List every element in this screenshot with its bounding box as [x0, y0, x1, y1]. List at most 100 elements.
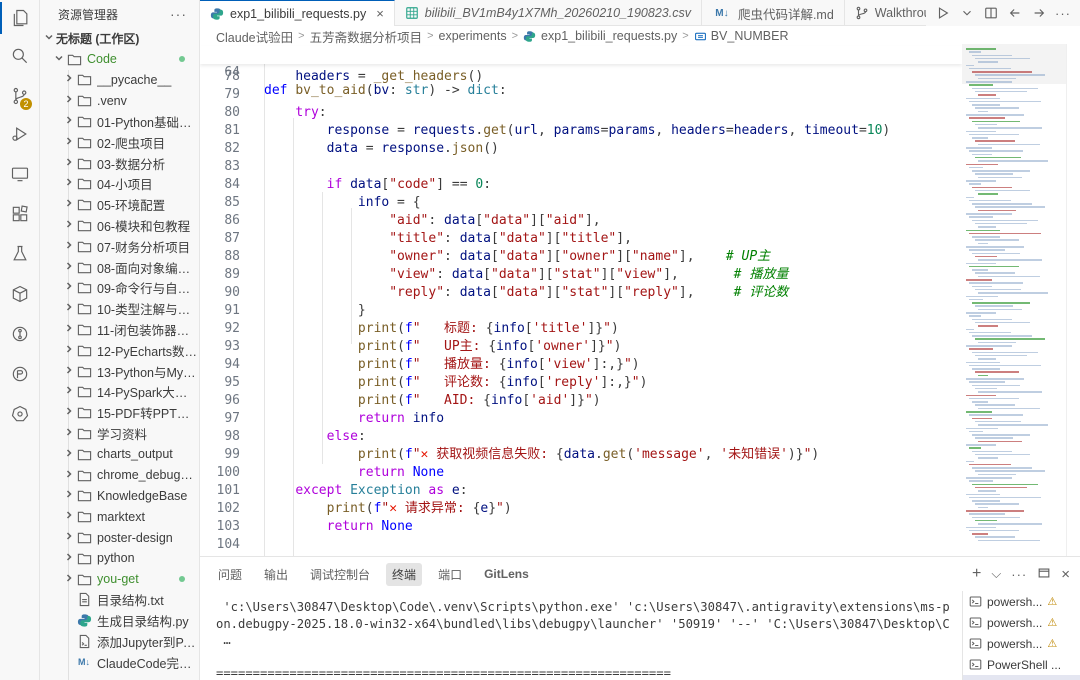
containers-icon[interactable] [0, 278, 40, 310]
folder-item[interactable]: python [40, 548, 199, 569]
tab-crawler-explained-md[interactable]: M↓ 爬虫代码详解.md [702, 0, 845, 26]
code-line-row[interactable]: 101 except Exception as e: [200, 482, 962, 500]
close-icon[interactable]: × [376, 6, 384, 21]
maximize-panel-icon[interactable] [1037, 566, 1051, 583]
sticky-scroll-line[interactable]: 64 def bv_to_aid(bv: str) -> dict: [200, 46, 962, 98]
editor-scrollbar[interactable] [1066, 44, 1080, 556]
code-line-row[interactable]: 94 print(f" 播放量: {info['view']:,}") [200, 356, 962, 374]
code-line-row[interactable]: 98 else: [200, 428, 962, 446]
code-line-row[interactable]: 92 print(f" 标题: {info['title']}") [200, 320, 962, 338]
folder-item[interactable]: 13-Python与MySQL [40, 361, 199, 382]
chevron-down-icon[interactable]: ⌵ [991, 566, 1001, 582]
folder-item[interactable]: you-get [40, 569, 199, 590]
folder-item[interactable]: .venv [40, 90, 199, 111]
terminal-output[interactable]: 'c:\Users\30847\Desktop\Code\.venv\Scrip… [216, 599, 950, 680]
run-icon[interactable] [934, 4, 952, 22]
file-item[interactable]: 生成目录结构.py [40, 610, 199, 631]
code-line-row[interactable]: 95 print(f" 评论数: {info['reply']:,}") [200, 374, 962, 392]
code-line-row[interactable]: 80 try: [200, 104, 962, 122]
folder-item[interactable]: 学习资料 [40, 423, 199, 444]
folder-item[interactable]: 01-Python基础练习 [40, 111, 199, 132]
code-line-row[interactable]: 85 info = { [200, 194, 962, 212]
arrow-left-icon[interactable] [1006, 4, 1024, 22]
code-line-row[interactable]: 88 "owner": data["data"]["owner"]["name"… [200, 248, 962, 266]
code-line-row[interactable]: 90 "reply": data["data"]["stat"]["reply"… [200, 284, 962, 302]
code-line-row[interactable]: 86 "aid": data["data"]["aid"], [200, 212, 962, 230]
code-line-row[interactable]: 102 print(f"✕ 请求异常: {e}") [200, 500, 962, 518]
tab-exp1-bilibili-requests[interactable]: exp1_bilibili_requests.py × [200, 0, 395, 26]
terminal-instance[interactable]: powersh... ⚠ [963, 633, 1080, 654]
breadcrumb-item[interactable]: exp1_bilibili_requests.py [523, 29, 677, 43]
folder-item[interactable]: 12-PyEcharts数据可视化 [40, 340, 199, 361]
code-line-row[interactable]: 82 data = response.json() [200, 140, 962, 158]
search-icon[interactable] [0, 40, 40, 72]
arrow-right-icon[interactable] [1030, 4, 1048, 22]
code-line-row[interactable]: 96 print(f" AID: {info['aid']}") [200, 392, 962, 410]
folder-item[interactable]: 09-命令行与自动化 [40, 278, 199, 299]
tab-ports[interactable]: 端口 [432, 563, 468, 586]
folder-item[interactable]: poster-design [40, 527, 199, 548]
chevron-down-icon[interactable] [958, 4, 976, 22]
tab-problems[interactable]: 问题 [212, 563, 248, 586]
minimap[interactable] [962, 44, 1066, 556]
terminal-instance[interactable]: Python Deb... [963, 675, 1080, 680]
source-control-icon[interactable]: 2 [0, 80, 40, 112]
file-item[interactable]: M↓ ClaudeCode完全指南.md [40, 652, 199, 673]
breadcrumb-item[interactable]: 五芳斋数据分析项目 [310, 27, 423, 46]
terminal-instance[interactable]: PowerShell ... [963, 654, 1080, 675]
code-line-row[interactable]: 97 return info [200, 410, 962, 428]
breadcrumb-item[interactable]: Claude试验田 [216, 27, 293, 46]
folder-item[interactable]: KnowledgeBase [40, 486, 199, 507]
run-debug-icon[interactable] [0, 118, 40, 150]
folder-item[interactable]: 10-类型注解与多态 [40, 298, 199, 319]
code-line-row[interactable]: 100 return None [200, 464, 962, 482]
folder-item[interactable]: 11-闭包装饰器与生成器 [40, 319, 199, 340]
split-editor-icon[interactable] [982, 4, 1000, 22]
file-item[interactable]: 目录结构.txt [40, 590, 199, 611]
terminal-instance[interactable]: powersh... ⚠ [963, 591, 1080, 612]
git-graph-icon[interactable] [0, 318, 40, 350]
explorer-icon[interactable] [0, 2, 40, 34]
code-line-row[interactable]: 104 [200, 536, 962, 554]
code-line-row[interactable]: 84 if data["code"] == 0: [200, 176, 962, 194]
add-terminal-button[interactable]: + [972, 565, 981, 583]
tab-terminal[interactable]: 终端 [386, 562, 423, 586]
workspace-root[interactable]: 无标题 (工作区) [40, 28, 199, 49]
folder-item[interactable]: 03-数据分析 [40, 153, 199, 174]
code-line-row[interactable]: 103 return None [200, 518, 962, 536]
folder-item[interactable]: 07-财务分析项目 [40, 236, 199, 257]
tab-debug-console[interactable]: 调试控制台 [304, 563, 376, 586]
tab-output[interactable]: 输出 [258, 563, 294, 586]
folder-item[interactable]: 04-小项目 [40, 174, 199, 195]
folder-item[interactable]: marktext [40, 506, 199, 527]
close-panel-icon[interactable]: × [1061, 566, 1070, 583]
folder-item[interactable]: 06-模块和包教程 [40, 215, 199, 236]
code-line-row[interactable]: 83 [200, 158, 962, 176]
remote-explorer-icon[interactable] [0, 158, 40, 190]
folder-item[interactable]: __pycache__ [40, 70, 199, 91]
folder-item[interactable]: 14-PySpark大数据 [40, 382, 199, 403]
code-line-row[interactable]: 87 "title": data["data"]["title"], [200, 230, 962, 248]
folder-item[interactable]: 08-面向对象编程教程 [40, 257, 199, 278]
extensions-icon[interactable] [0, 198, 40, 230]
code-line-row[interactable]: 93 print(f" UP主: {info['owner']}") [200, 338, 962, 356]
more-actions-icon[interactable]: ··· [1011, 567, 1027, 582]
code-line-row[interactable]: 81 response = requests.get(url, params=p… [200, 122, 962, 140]
kubernetes-icon[interactable] [0, 398, 40, 430]
code-editor[interactable]: 64 def bv_to_aid(bv: str) -> dict: 78 he… [200, 44, 962, 556]
code-line-row[interactable]: 99 print(f"✕ 获取视频信息失败: {data.get('messag… [200, 446, 962, 464]
file-item[interactable]: 添加Jupyter到PATH.bat [40, 631, 199, 652]
folder-item[interactable]: 05-环境配置 [40, 194, 199, 215]
tab-gitlens[interactable]: GitLens [478, 564, 535, 584]
testing-icon[interactable] [0, 238, 40, 270]
folder-item[interactable]: 02-爬虫项目 [40, 132, 199, 153]
breadcrumb-item[interactable]: experiments [439, 29, 507, 43]
folder-item[interactable]: 15-PDF转PPT工具 [40, 402, 199, 423]
folder-item[interactable]: charts_output [40, 444, 199, 465]
more-actions-icon[interactable]: ··· [1054, 4, 1072, 22]
breadcrumb-item[interactable]: BV_NUMBER [694, 29, 788, 43]
folder-code[interactable]: Code [40, 49, 199, 70]
terminal-instance[interactable]: powersh... ⚠ [963, 612, 1080, 633]
folder-item[interactable]: chrome_debug_profile [40, 465, 199, 486]
tab-bilibili-csv[interactable]: bilibili_BV1mB4y1X7Mh_20260210_190823.cs… [395, 0, 702, 26]
